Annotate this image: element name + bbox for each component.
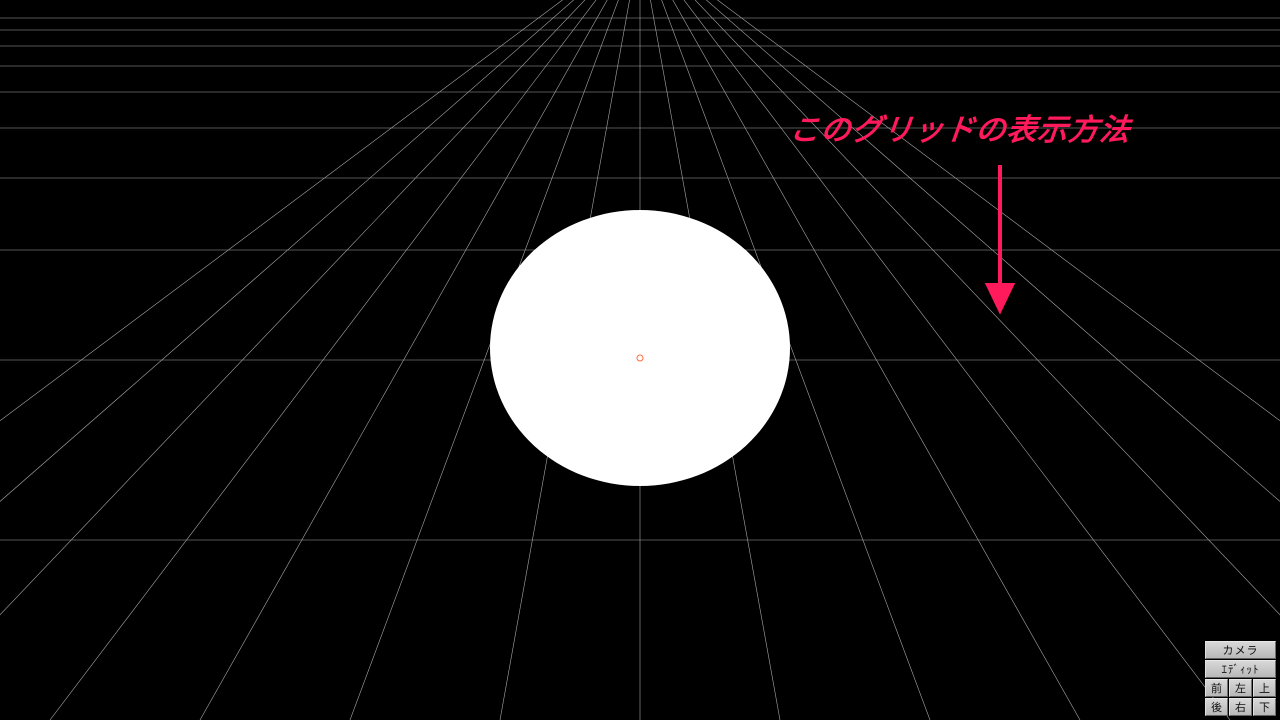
view-left-button[interactable]: 左 [1229, 679, 1252, 697]
camera-button[interactable]: カメラ [1205, 641, 1276, 659]
sphere-object [490, 210, 790, 486]
annotation-label: このグリッドの表示方法 [788, 105, 1134, 149]
view-back-button[interactable]: 後 [1205, 698, 1228, 716]
view-right-button[interactable]: 右 [1229, 698, 1252, 716]
view-bottom-button[interactable]: 下 [1253, 698, 1276, 716]
arrow-icon [988, 165, 1012, 310]
view-front-button[interactable]: 前 [1205, 679, 1228, 697]
viewport-3d[interactable]: このグリッドの表示方法 カメラ ｴﾃﾞｨｯﾄ 前 左 上 後 右 下 [0, 0, 1280, 720]
edit-button[interactable]: ｴﾃﾞｨｯﾄ [1205, 660, 1276, 678]
view-button-panel: カメラ ｴﾃﾞｨｯﾄ 前 左 上 後 右 下 [1205, 641, 1276, 716]
view-top-button[interactable]: 上 [1253, 679, 1276, 697]
